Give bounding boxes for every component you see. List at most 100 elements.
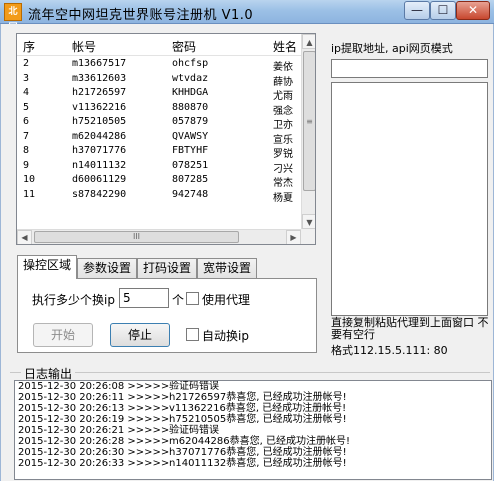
cell-password: FBTYHF (172, 145, 209, 156)
cell-password: 807285 (172, 174, 209, 185)
use-proxy-label[interactable]: 使用代理 (202, 291, 250, 308)
table-row[interactable]: 9 n14011132 078251 刁兴 (17, 160, 301, 175)
scroll-right-arrow-icon[interactable]: ▶ (286, 230, 301, 244)
column-header-password[interactable]: 密码 (172, 38, 196, 55)
ip-count-input[interactable]: 5 (119, 288, 169, 308)
horizontal-scroll-thumb[interactable]: III (34, 231, 239, 243)
log-line: 2015-12-30 20:26:28 >>>>> m62044286恭喜您, 已… (15, 436, 491, 447)
table-row[interactable]: 11 s87842290 942748 杨夏 (17, 189, 301, 204)
log-line: 2015-12-30 20:26:13 >>>>> v11362216恭喜您, 已… (15, 403, 491, 414)
log-message: m62044286恭喜您, 已经成功注册帐号! (169, 436, 351, 447)
cell-account: h37071776 (72, 145, 127, 156)
log-group-line (10, 372, 490, 376)
cell-password: wtvdaz (172, 72, 209, 84)
table-row[interactable]: 8 h37071776 FBTYHF 罗锐 (17, 145, 301, 160)
control-panel: 执行多少个换ip 5 个 使用代理 开始 停止 自动换ip (17, 278, 317, 353)
table-row[interactable]: 3 m33612603 wtvdaz 薛协 (17, 73, 301, 88)
column-header-name[interactable]: 姓名 (273, 38, 301, 55)
proxy-list-textarea[interactable] (331, 82, 488, 316)
client-area: 序 帐号 密码 姓名 2 m13667517 ohcfsp 姜依 3 m33612603 w… (0, 24, 494, 481)
column-header-account[interactable]: 帐号 (72, 38, 96, 55)
cell-index: 4 (23, 87, 30, 98)
table-row[interactable]: 7 m62044286 QVAWSY 宣乐 (17, 131, 301, 146)
scroll-left-arrow-icon[interactable]: ◀ (17, 230, 32, 244)
cell-name: 罗锐 (273, 149, 293, 160)
ip-count-unit: 个 (172, 293, 185, 307)
cell-name: 刁兴 (273, 163, 293, 175)
use-proxy-checkbox[interactable] (186, 292, 199, 305)
cell-index: 5 (23, 101, 30, 113)
cell-index: 3 (23, 72, 30, 84)
proxy-format-hint: 格式112.15.5.111: 80 (331, 344, 448, 357)
cell-account: h75210505 (72, 116, 127, 127)
cell-name: 薛协 (273, 76, 293, 88)
cell-index: 6 (23, 116, 30, 127)
tab-broadband-settings[interactable]: 宽带设置 (197, 258, 257, 278)
cell-password: 078251 (172, 159, 209, 171)
minimize-button[interactable]: — (404, 1, 430, 20)
horizontal-scrollbar[interactable]: ◀ III ▶ (17, 229, 301, 244)
log-timestamp: 2015-12-30 20:26:33 >>>>> (18, 458, 170, 469)
log-timestamp: 2015-12-30 20:26:08 >>>>> (18, 381, 170, 392)
log-message: 验证码错误 (169, 381, 219, 392)
cell-account: s87842290 (72, 188, 127, 200)
tab-captcha-settings[interactable]: 打码设置 (137, 258, 197, 278)
cell-account: n14011132 (72, 159, 127, 171)
vertical-scrollbar[interactable]: ▲ ≡ ▼ (301, 34, 315, 229)
cell-name: 卫亦 (273, 120, 293, 131)
table-row[interactable]: 4 h21726597 KHHDGA 尤雨 (17, 87, 301, 102)
table-row[interactable]: 10 d60061129 807285 常杰 (17, 174, 301, 189)
tab-parameter-settings[interactable]: 参数设置 (77, 258, 137, 278)
log-line: 2015-12-30 20:26:30 >>>>> h37071776恭喜您, 已… (15, 447, 491, 458)
log-line: 2015-12-30 20:26:33 >>>>> n14011132恭喜您, 已… (15, 458, 491, 469)
cell-name: 杨夏 (273, 192, 293, 204)
table-row[interactable]: 5 v11362216 880870 强念 (17, 102, 301, 117)
stop-button[interactable]: 停止 (110, 323, 170, 347)
proxy-url-input[interactable] (331, 59, 488, 78)
accounts-list-header: 序 帐号 密码 姓名 (17, 34, 301, 56)
column-header-index[interactable]: 序 (23, 38, 35, 55)
log-line: 2015-12-30 20:26:11 >>>>> h21726597恭喜您, 已… (15, 392, 491, 403)
cell-account: v11362216 (72, 101, 127, 113)
cell-name: 宣乐 (273, 134, 293, 146)
log-timestamp: 2015-12-30 20:26:28 >>>>> (18, 436, 170, 447)
cell-account: m62044286 (72, 130, 127, 142)
cell-account: m33612603 (72, 72, 127, 84)
log-line: 2015-12-30 20:26:08 >>>>> 验证码错误 (15, 381, 491, 392)
log-line: 2015-12-30 20:26:21 >>>>> 验证码错误 (15, 425, 491, 436)
log-timestamp: 2015-12-30 20:26:13 >>>>> (18, 403, 170, 414)
table-row[interactable]: 6 h75210505 057879 卫亦 (17, 116, 301, 131)
cell-index: 8 (23, 145, 30, 156)
auto-change-ip-label[interactable]: 自动换ip (202, 327, 249, 344)
cell-index: 2 (23, 58, 30, 69)
table-row[interactable]: 2 m13667517 ohcfsp 姜依 (17, 58, 301, 73)
app-icon: 北冥 (4, 3, 22, 33)
vertical-scroll-thumb[interactable]: ≡ (303, 51, 315, 191)
accounts-list-body: 2 m13667517 ohcfsp 姜依 3 m33612603 wtvdaz 薛协 4 h21… (17, 58, 301, 204)
cell-name: 尤雨 (273, 91, 293, 102)
cell-account: h21726597 (72, 87, 127, 98)
cell-password: 057879 (172, 116, 209, 127)
scroll-down-arrow-icon[interactable]: ▼ (302, 214, 315, 229)
accounts-list[interactable]: 序 帐号 密码 姓名 2 m13667517 ohcfsp 姜依 3 m33612603 w… (16, 33, 316, 245)
window-title: 流年空中网坦克世界账号注册机 V1.0 (28, 8, 254, 23)
log-message: h21726597恭喜您, 已经成功注册帐号! (169, 392, 347, 403)
maximize-button[interactable]: ☐ (430, 1, 456, 20)
proxy-url-label: ip提取地址, api网页模式 (331, 42, 453, 55)
cell-password: 880870 (172, 101, 209, 113)
tab-control-area[interactable]: 操控区域 (17, 255, 77, 279)
auto-change-ip-checkbox[interactable] (186, 328, 199, 341)
title-bar[interactable]: 北冥 流年空中网坦克世界账号注册机 V1.0 — ☐ ✕ (0, 0, 494, 33)
start-button[interactable]: 开始 (33, 323, 93, 347)
cell-password: QVAWSY (172, 130, 209, 142)
proxy-note: 直接复制粘贴代理到上面窗口 不要有空行 (331, 316, 489, 341)
cell-index: 10 (23, 174, 36, 185)
cell-name: 常杰 (273, 178, 293, 189)
log-output[interactable]: 2015-12-30 20:26:08 >>>>> 验证码错误 2015-12-30… (14, 380, 492, 480)
scroll-up-arrow-icon[interactable]: ▲ (302, 34, 315, 49)
close-button[interactable]: ✕ (456, 1, 490, 20)
log-message: h37071776恭喜您, 已经成功注册帐号! (169, 447, 347, 458)
cell-index: 9 (23, 159, 30, 171)
cell-index: 7 (23, 130, 30, 142)
cell-password: KHHDGA (172, 87, 209, 98)
